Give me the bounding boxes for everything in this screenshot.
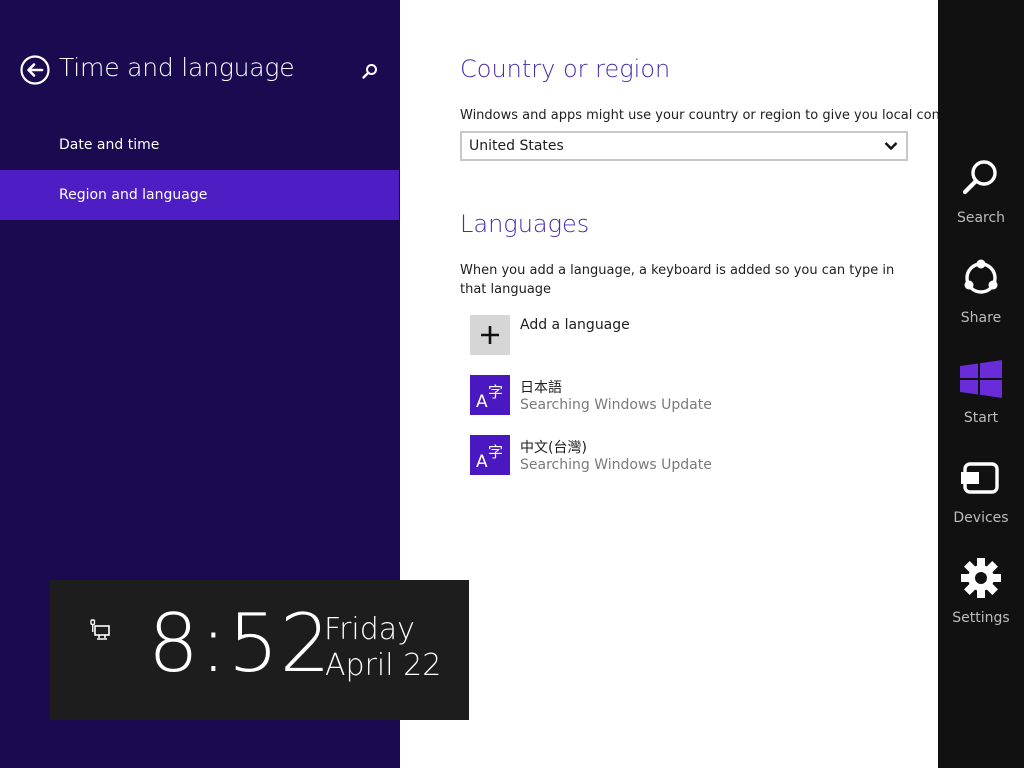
settings-search-button[interactable]	[360, 62, 380, 82]
svg-text:A: A	[476, 452, 488, 472]
sidebar-item-region-and-language[interactable]: Region and language	[0, 170, 399, 220]
charm-label: Devices	[953, 510, 1009, 526]
language-glyph-icon: A 字	[476, 443, 503, 472]
lock-clock-overlay: 8:52 Friday April 22	[50, 580, 469, 720]
languages-description: When you add a language, a keyboard is a…	[460, 263, 895, 297]
add-tile	[470, 315, 510, 355]
charm-label: Share	[960, 310, 1002, 326]
settings-content: Country or region Windows and apps might…	[400, 0, 938, 768]
charms-bar: Search Share Start Devices Settings	[938, 0, 1024, 768]
charm-label: Settings	[952, 610, 1010, 626]
language-tile: A 字	[470, 435, 510, 475]
page-title: Time and language	[59, 53, 295, 82]
charm-search[interactable]: Search	[938, 158, 1024, 248]
language-tile: A 字	[470, 375, 510, 415]
country-region-select[interactable]: United States	[460, 131, 908, 161]
language-status: Searching Windows Update	[520, 457, 712, 473]
charm-share[interactable]: Share	[938, 258, 1024, 348]
plus-icon	[481, 326, 499, 344]
network-icon	[90, 619, 110, 640]
clock-time: 8:52	[148, 597, 332, 690]
charm-settings[interactable]: Settings	[938, 558, 1024, 648]
sidebar-item-label: Date and time	[59, 137, 160, 153]
language-name: 中文(台灣)	[520, 440, 587, 456]
sidebar-item-date-and-time[interactable]: Date and time	[0, 120, 399, 170]
language-item-japanese[interactable]: A 字 日本語 Searching Windows Update	[470, 375, 910, 417]
country-region-value: United States	[469, 138, 564, 154]
add-language-label: Add a language	[520, 317, 630, 333]
add-language-button[interactable]: Add a language	[470, 315, 910, 357]
devices-icon	[961, 462, 999, 494]
language-glyph-icon: A 字	[476, 383, 503, 412]
windows-logo-icon	[960, 360, 1002, 398]
clock-day: Friday	[324, 612, 415, 647]
language-item-chinese-taiwan[interactable]: A 字 中文(台灣) Searching Windows Update	[470, 435, 910, 477]
search-icon	[362, 64, 377, 79]
svg-text:字: 字	[488, 443, 503, 461]
svg-text:字: 字	[488, 383, 503, 401]
search-icon	[962, 160, 997, 195]
chevron-down-icon	[884, 142, 898, 151]
charm-devices[interactable]: Devices	[938, 458, 1024, 548]
clock-date: April 22	[325, 648, 442, 683]
language-name: 日本語	[520, 380, 562, 396]
share-icon	[964, 259, 998, 294]
svg-text:A: A	[476, 392, 488, 412]
back-button[interactable]	[20, 55, 50, 85]
charm-start[interactable]: Start	[938, 358, 1024, 448]
gear-icon	[961, 558, 1001, 598]
country-region-description: Windows and apps might use your country …	[460, 108, 938, 123]
back-arrow-icon	[20, 55, 50, 85]
sidebar-item-label: Region and language	[59, 187, 208, 203]
languages-heading: Languages	[460, 210, 590, 238]
language-status: Searching Windows Update	[520, 397, 712, 413]
charm-label: Search	[956, 210, 1006, 226]
charm-label: Start	[963, 410, 999, 426]
country-region-heading: Country or region	[460, 55, 671, 83]
